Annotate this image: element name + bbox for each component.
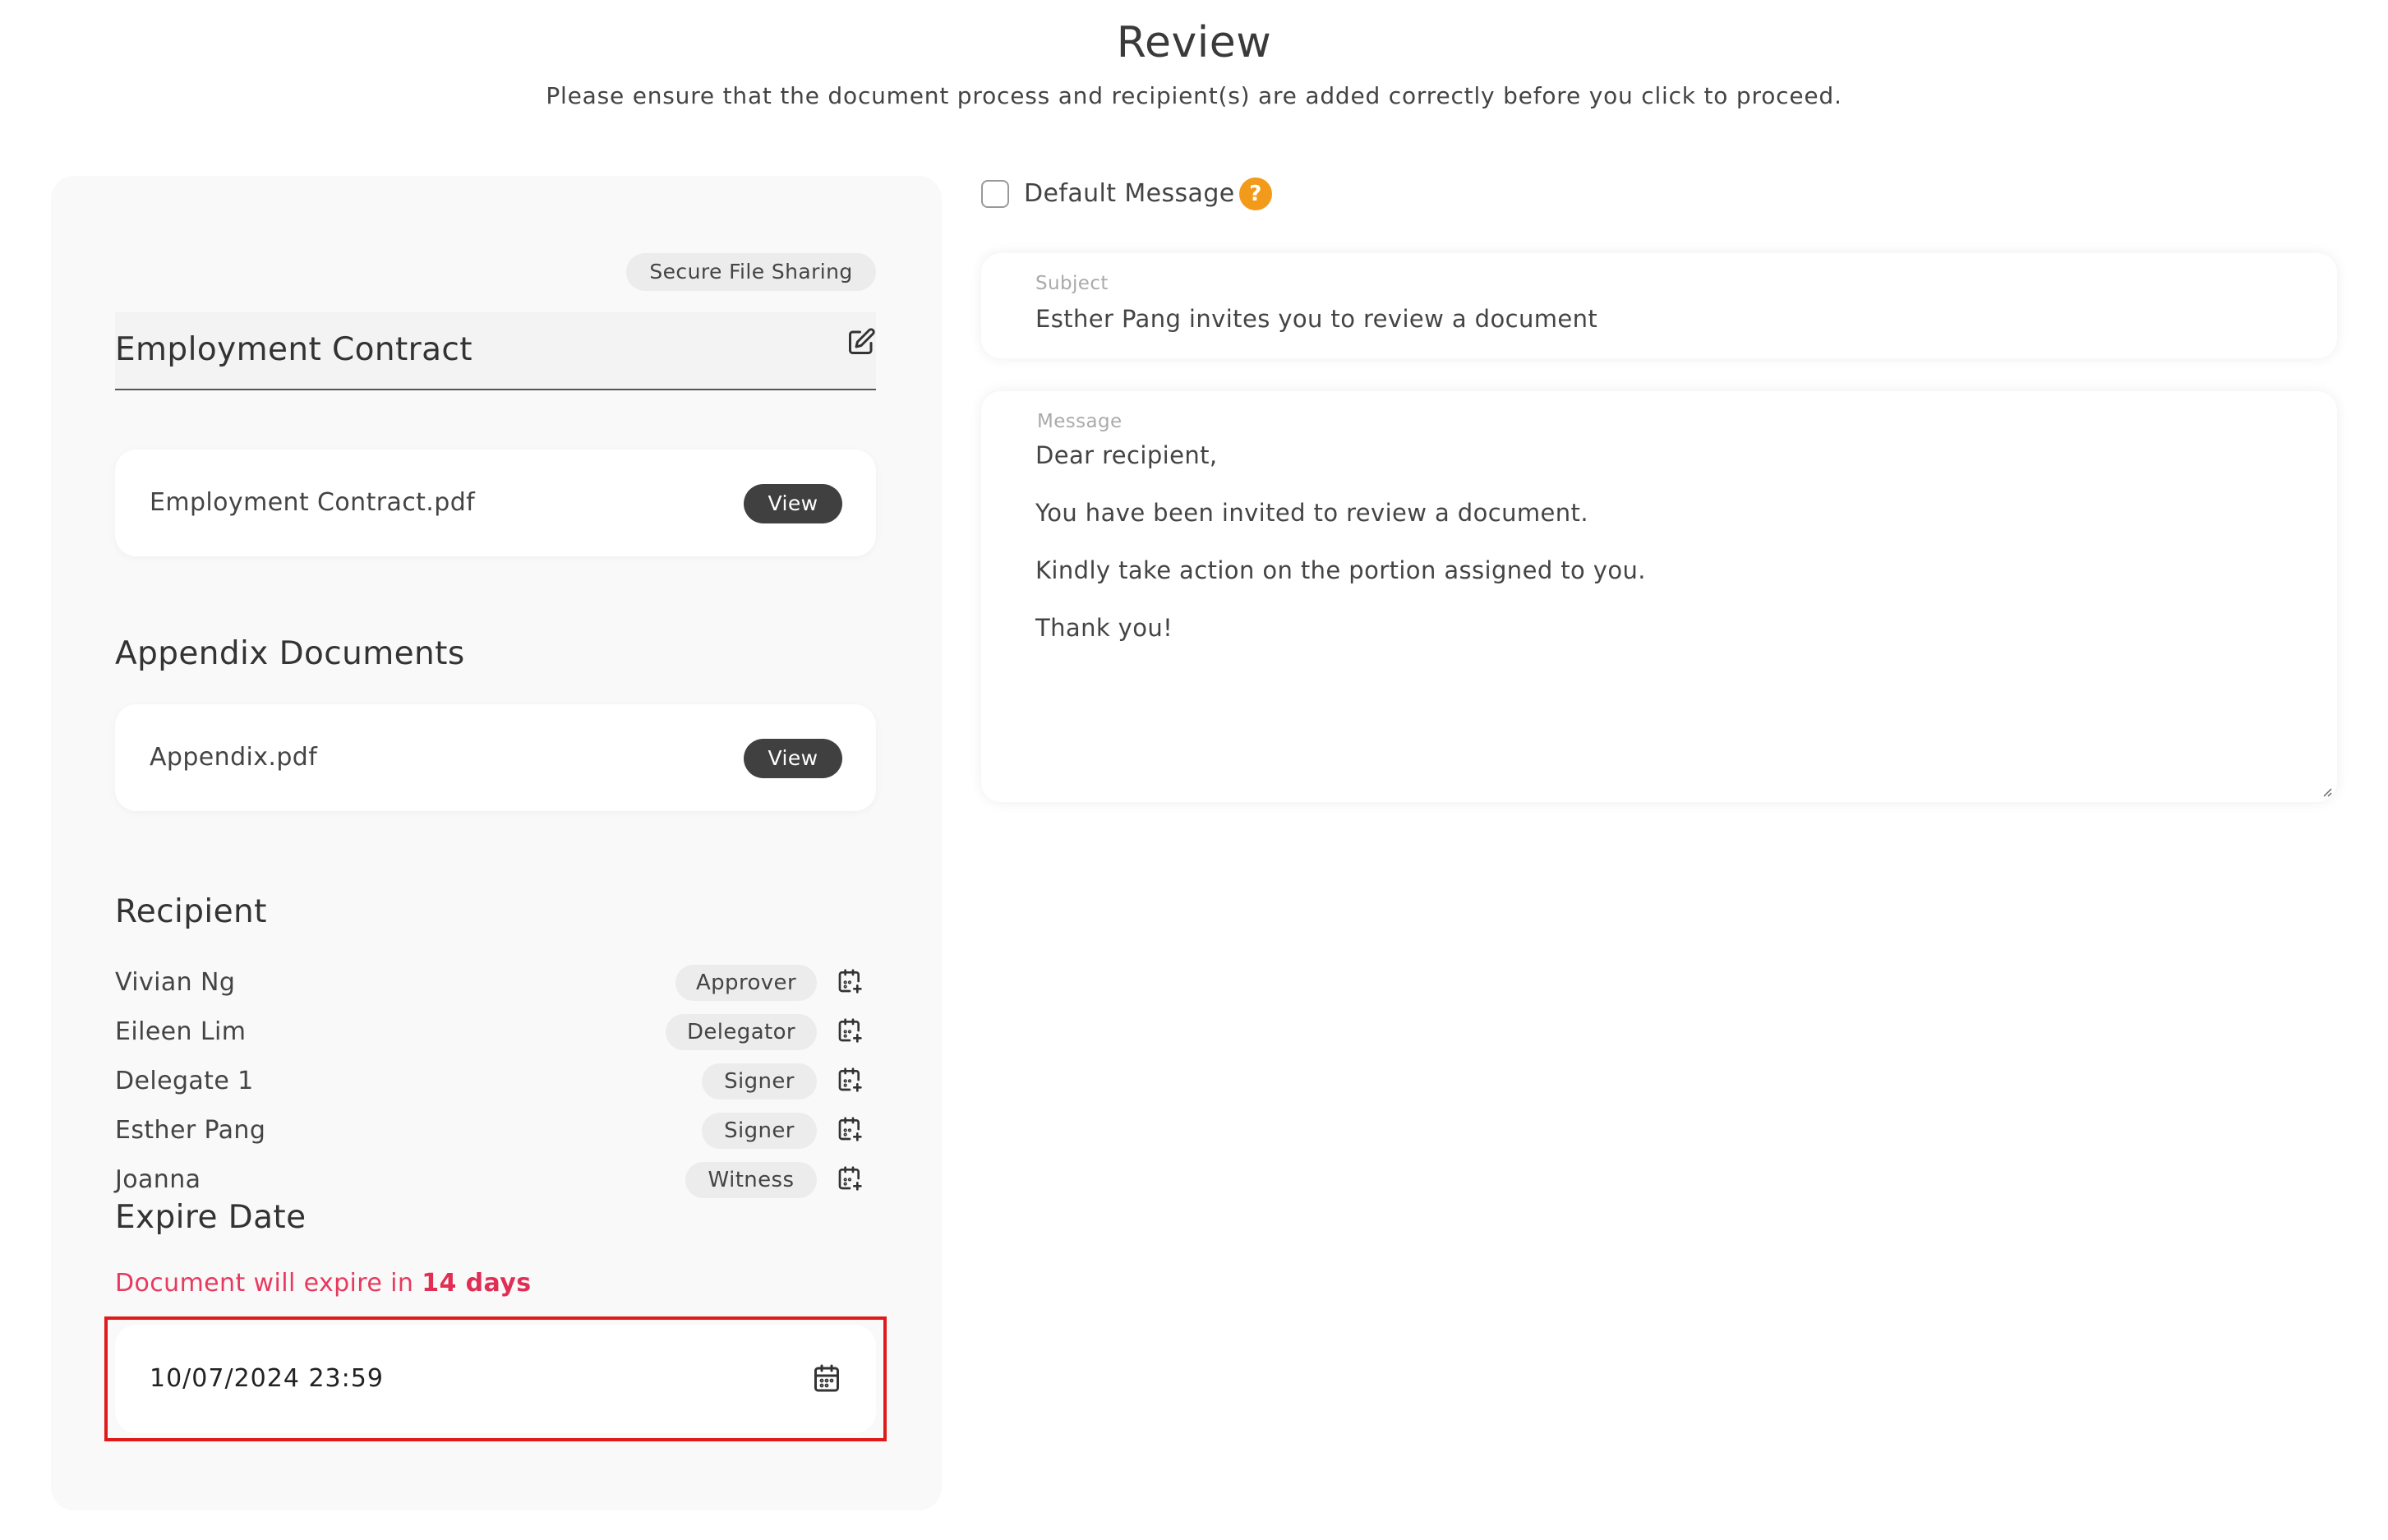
calendar-plus-icon[interactable] xyxy=(837,968,863,994)
recipient-name: Delegate 1 xyxy=(115,1067,254,1095)
expire-date-heading: Expire Date xyxy=(115,1199,307,1236)
recipient-name: Eileen Lim xyxy=(115,1017,247,1046)
recipient-name: Vivian Ng xyxy=(115,968,236,997)
view-appendix-button[interactable]: View xyxy=(744,739,842,778)
recipient-heading: Recipient xyxy=(115,893,267,930)
calendar-plus-icon[interactable] xyxy=(837,1017,863,1044)
secure-file-sharing-badge: Secure File Sharing xyxy=(626,253,876,291)
page-title: Review xyxy=(1116,18,1272,67)
expire-notice-days: 14 days xyxy=(422,1269,532,1298)
expire-notice-prefix: Document will expire in xyxy=(115,1269,422,1298)
message-line: Dear recipient, xyxy=(1035,441,1218,469)
calendar-plus-icon[interactable] xyxy=(837,1116,863,1142)
recipient-role-badge: Signer xyxy=(702,1063,817,1100)
appendix-heading: Appendix Documents xyxy=(115,635,465,672)
subject-label: Subject xyxy=(1035,273,1109,294)
calendar-icon[interactable] xyxy=(812,1362,841,1394)
expire-date-value: 10/07/2024 23:59 xyxy=(150,1364,384,1393)
message-label: Message xyxy=(1037,411,1123,432)
message-line: Thank you! xyxy=(1035,614,1173,642)
recipient-role-badge: Signer xyxy=(702,1113,817,1149)
subject-field[interactable]: Subject Esther Pang invites you to revie… xyxy=(981,253,2337,358)
message-line: You have been invited to review a docume… xyxy=(1035,499,1588,527)
recipient-role-badge: Delegator xyxy=(666,1014,817,1050)
calendar-plus-icon[interactable] xyxy=(837,1165,863,1192)
page-subtitle: Please ensure that the document process … xyxy=(546,82,1842,109)
appendix-file-name: Appendix.pdf xyxy=(150,743,318,772)
edit-icon[interactable] xyxy=(846,327,876,357)
document-file-name: Employment Contract.pdf xyxy=(150,488,476,517)
message-textarea[interactable]: Message Dear recipient, You have been in… xyxy=(981,391,2337,802)
help-icon[interactable]: ? xyxy=(1239,178,1272,210)
recipient-role-badge: Witness xyxy=(685,1162,817,1198)
recipient-role-badge: Approver xyxy=(675,965,817,1001)
expire-notice: Document will expire in 14 days xyxy=(115,1266,531,1302)
default-message-checkbox[interactable] xyxy=(981,180,1009,208)
appendix-file-card: Appendix.pdf View xyxy=(115,704,876,811)
document-title: Employment Contract xyxy=(115,331,473,368)
recipient-name: Joanna xyxy=(115,1165,201,1194)
calendar-plus-icon[interactable] xyxy=(837,1067,863,1093)
resize-grip-icon[interactable] xyxy=(2319,784,2332,797)
message-line: Kindly take action on the portion assign… xyxy=(1035,556,1646,584)
view-document-button[interactable]: View xyxy=(744,484,842,523)
document-file-card: Employment Contract.pdf View xyxy=(115,450,876,556)
expire-date-input[interactable]: 10/07/2024 23:59 xyxy=(115,1325,876,1433)
subject-value: Esther Pang invites you to review a docu… xyxy=(1035,305,1598,333)
default-message-label[interactable]: Default Message xyxy=(1024,176,1235,212)
recipient-name: Esther Pang xyxy=(115,1116,266,1145)
